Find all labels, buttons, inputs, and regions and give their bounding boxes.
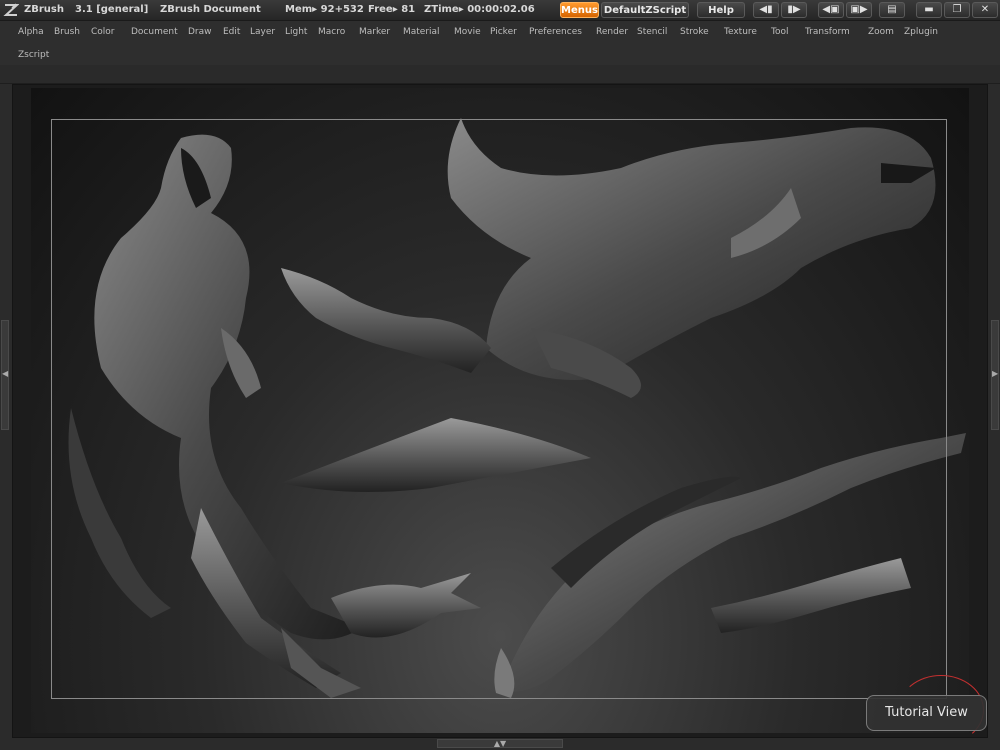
chevron-right-icon: ▶ (992, 369, 999, 378)
tray-right-icon[interactable]: ▣▶ (846, 2, 872, 18)
ui-layout-left-icon[interactable]: ◀▮ (753, 2, 779, 18)
document-label: ZBrush Document (160, 4, 261, 15)
top-shelf (0, 65, 1000, 84)
menu-movie[interactable]: Movie (454, 27, 481, 37)
menu-zscript[interactable]: Zscript (18, 50, 49, 60)
menus-button[interactable]: Menus (560, 2, 599, 18)
menu-material[interactable]: Material (403, 27, 440, 37)
help-button[interactable]: Help (697, 2, 745, 18)
menu-edit[interactable]: Edit (223, 27, 240, 37)
version-label: 3.1 [general] (75, 4, 149, 15)
menu-alpha[interactable]: Alpha (18, 27, 44, 37)
tray-left-icon[interactable]: ◀▣ (818, 2, 844, 18)
safe-frame-border (51, 119, 947, 699)
chevron-up-down-icon: ▲▼ (493, 739, 507, 748)
menu-tool[interactable]: Tool (771, 27, 788, 37)
title-bar: ZBrush 3.1 [general] ZBrush Document Mem… (0, 0, 1000, 21)
menu-preferences[interactable]: Preferences (529, 27, 582, 37)
free-readout: Free▸ 81 (368, 4, 416, 15)
menu-render[interactable]: Render (596, 27, 628, 37)
menu-transform[interactable]: Transform (805, 27, 850, 37)
ui-layout-right-icon[interactable]: ▮▶ (781, 2, 807, 18)
menu-macro[interactable]: Macro (318, 27, 345, 37)
right-tray-handle[interactable]: ▶ (991, 320, 999, 430)
tutorial-view-button[interactable]: Tutorial View (866, 695, 987, 731)
menu-texture[interactable]: Texture (724, 27, 757, 37)
menu-stroke[interactable]: Stroke (680, 27, 709, 37)
chevron-left-icon: ◀ (2, 369, 9, 378)
zbrush-logo-icon (3, 3, 19, 16)
left-tray-handle[interactable]: ◀ (1, 320, 9, 430)
default-zscript-button[interactable]: DefaultZScript (601, 2, 689, 18)
menu-zplugin[interactable]: Zplugin (904, 27, 938, 37)
menu-light[interactable]: Light (285, 27, 307, 37)
menu-color[interactable]: Color (91, 27, 115, 37)
menu-layer[interactable]: Layer (250, 27, 275, 37)
bottom-tray-handle[interactable]: ▲▼ (437, 739, 563, 748)
memory-readout: Mem▸ 92+532 (285, 4, 364, 15)
lock-icon[interactable]: ▤ (879, 2, 905, 18)
menu-brush[interactable]: Brush (54, 27, 80, 37)
minimize-icon[interactable]: ▬ (916, 2, 942, 18)
close-icon[interactable]: ✕ (972, 2, 998, 18)
ztime-readout: ZTime▸ 00:00:02.06 (424, 4, 535, 15)
menu-picker[interactable]: Picker (490, 27, 517, 37)
menu-stencil[interactable]: Stencil (637, 27, 667, 37)
document-canvas[interactable] (31, 88, 969, 733)
restore-icon[interactable]: ❐ (944, 2, 970, 18)
menu-document[interactable]: Document (131, 27, 178, 37)
app-name: ZBrush (24, 4, 64, 15)
menu-marker[interactable]: Marker (359, 27, 390, 37)
menu-bar: Alpha Brush Color Document Draw Edit Lay… (0, 21, 1000, 65)
menu-draw[interactable]: Draw (188, 27, 212, 37)
menu-zoom[interactable]: Zoom (868, 27, 894, 37)
